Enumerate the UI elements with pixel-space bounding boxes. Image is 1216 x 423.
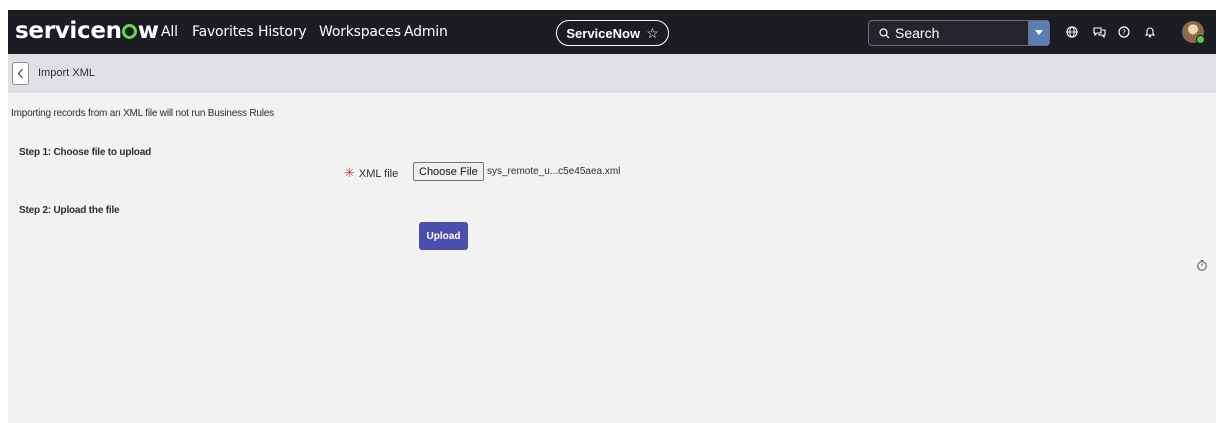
timer-icon[interactable] <box>1196 259 1208 271</box>
upload-button[interactable]: Upload <box>419 222 468 250</box>
svg-text:?: ? <box>1122 29 1126 37</box>
search-icon <box>873 27 895 39</box>
top-nav: servicen w All Favorites History Workspac… <box>8 10 1216 54</box>
chevron-left-icon <box>17 68 23 79</box>
bell-icon[interactable] <box>1142 24 1158 40</box>
business-rules-notice: Importing records from an XML file will … <box>11 108 274 119</box>
xml-file-label: ✳ XML file <box>344 165 399 180</box>
selected-file-name: sys_remote_u...c5e45aea.xml <box>487 166 621 177</box>
presence-indicator <box>1196 35 1205 44</box>
nav-favorites[interactable]: Favorites <box>192 24 254 40</box>
app-frame: servicen w All Favorites History Workspac… <box>8 10 1216 423</box>
star-icon[interactable]: ☆ <box>646 25 659 42</box>
nav-history[interactable]: History <box>258 24 307 40</box>
choose-file-button[interactable]: Choose File <box>413 162 484 181</box>
step1-heading: Step 1: Choose file to upload <box>19 147 151 158</box>
nav-all[interactable]: All <box>161 24 178 40</box>
nav-admin[interactable]: Admin <box>404 24 448 40</box>
servicenow-logo[interactable]: servicen w <box>15 18 159 44</box>
back-button[interactable] <box>12 62 29 85</box>
logo-o-mark <box>122 24 138 39</box>
nav-workspaces[interactable]: Workspaces <box>319 24 401 40</box>
search-dropdown-icon[interactable] <box>1028 21 1049 45</box>
page-title: Import XML <box>38 67 95 79</box>
scope-pill-label: ServiceNow <box>566 25 641 41</box>
scope-pill[interactable]: ServiceNow ☆ <box>556 20 669 46</box>
required-icon: ✳ <box>344 165 355 180</box>
page-header: Import XML <box>8 54 1216 93</box>
user-avatar[interactable] <box>1182 21 1205 44</box>
search-box[interactable]: Search <box>868 20 1050 46</box>
search-input[interactable]: Search <box>895 25 1028 41</box>
help-icon[interactable]: ? <box>1116 24 1132 40</box>
globe-icon[interactable] <box>1064 24 1080 40</box>
chat-icon[interactable] <box>1091 24 1107 40</box>
step2-heading: Step 2: Upload the file <box>19 205 120 216</box>
